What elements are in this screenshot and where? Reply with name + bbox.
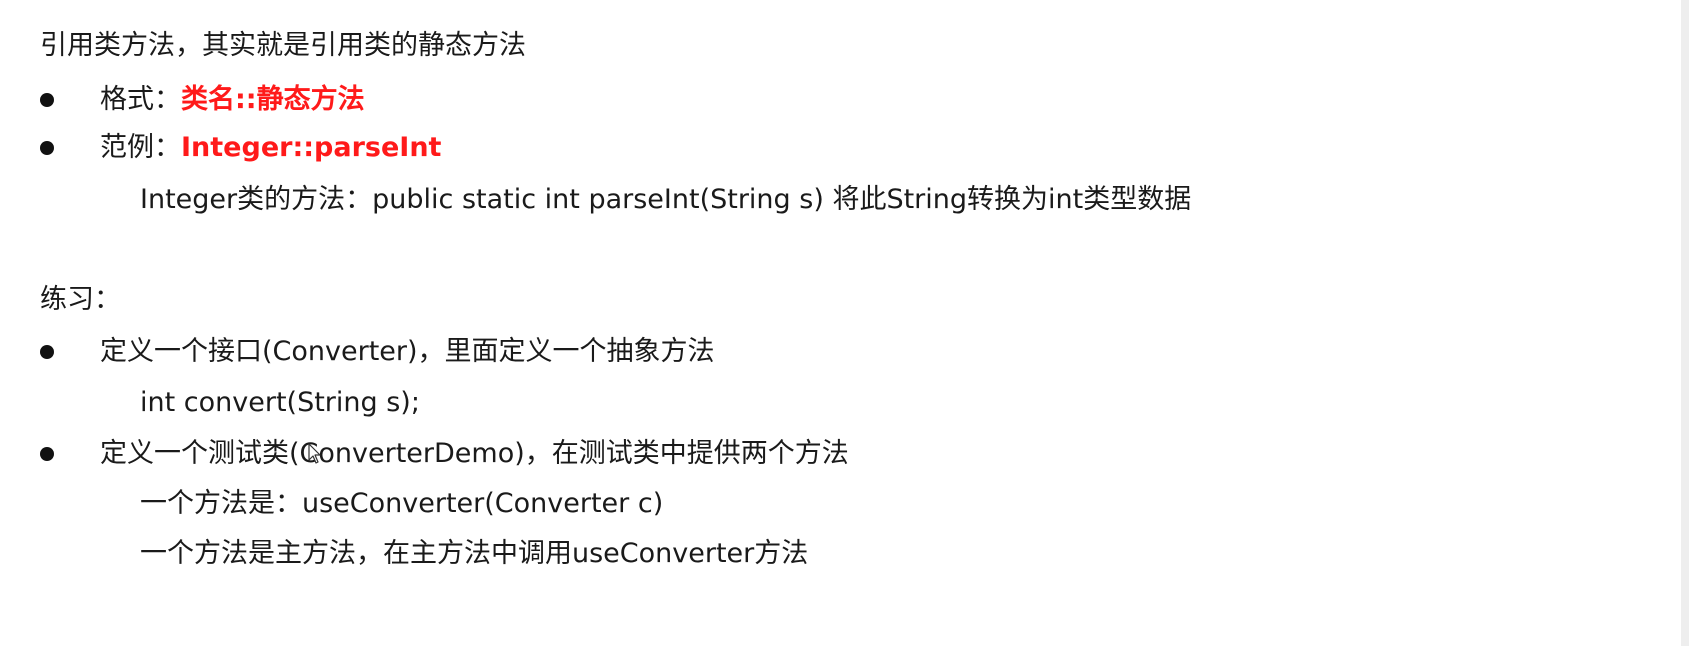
exercise-item-2: 定义一个测试类(ConverterDemo)，在测试类中提供两个方法 — [100, 438, 849, 469]
example-label: 范例： — [100, 132, 181, 163]
exercise-heading: 练习： — [40, 284, 121, 315]
bullet-dot — [40, 93, 54, 107]
format-value: 类名::静态方法 — [181, 84, 365, 115]
bullet-dot — [40, 447, 54, 461]
example-description: Integer类的方法：public static int parseInt(S… — [140, 184, 1192, 215]
bullet-dot — [40, 345, 54, 359]
scrollbar[interactable] — [1681, 0, 1689, 646]
slide-content: 引用类方法，其实就是引用类的静态方法 格式：类名::静态方法 范例：Intege… — [0, 0, 1689, 646]
mouse-cursor-icon — [308, 443, 321, 464]
exercise-item-1-detail: int convert(String s); — [140, 387, 420, 418]
format-line: 格式：类名::静态方法 — [100, 82, 365, 118]
example-value: Integer::parseInt — [181, 132, 442, 163]
exercise-item-2-detail-2: 一个方法是主方法，在主方法中调用useConverter方法 — [140, 538, 809, 569]
intro-text: 引用类方法，其实就是引用类的静态方法 — [40, 30, 526, 61]
exercise-item-1: 定义一个接口(Converter)，里面定义一个抽象方法 — [100, 336, 715, 367]
bullet-dot — [40, 141, 54, 155]
format-label: 格式： — [100, 84, 181, 115]
example-line: 范例：Integer::parseInt — [100, 130, 441, 166]
exercise-item-2-detail-1: 一个方法是：useConverter(Converter c) — [140, 488, 664, 519]
